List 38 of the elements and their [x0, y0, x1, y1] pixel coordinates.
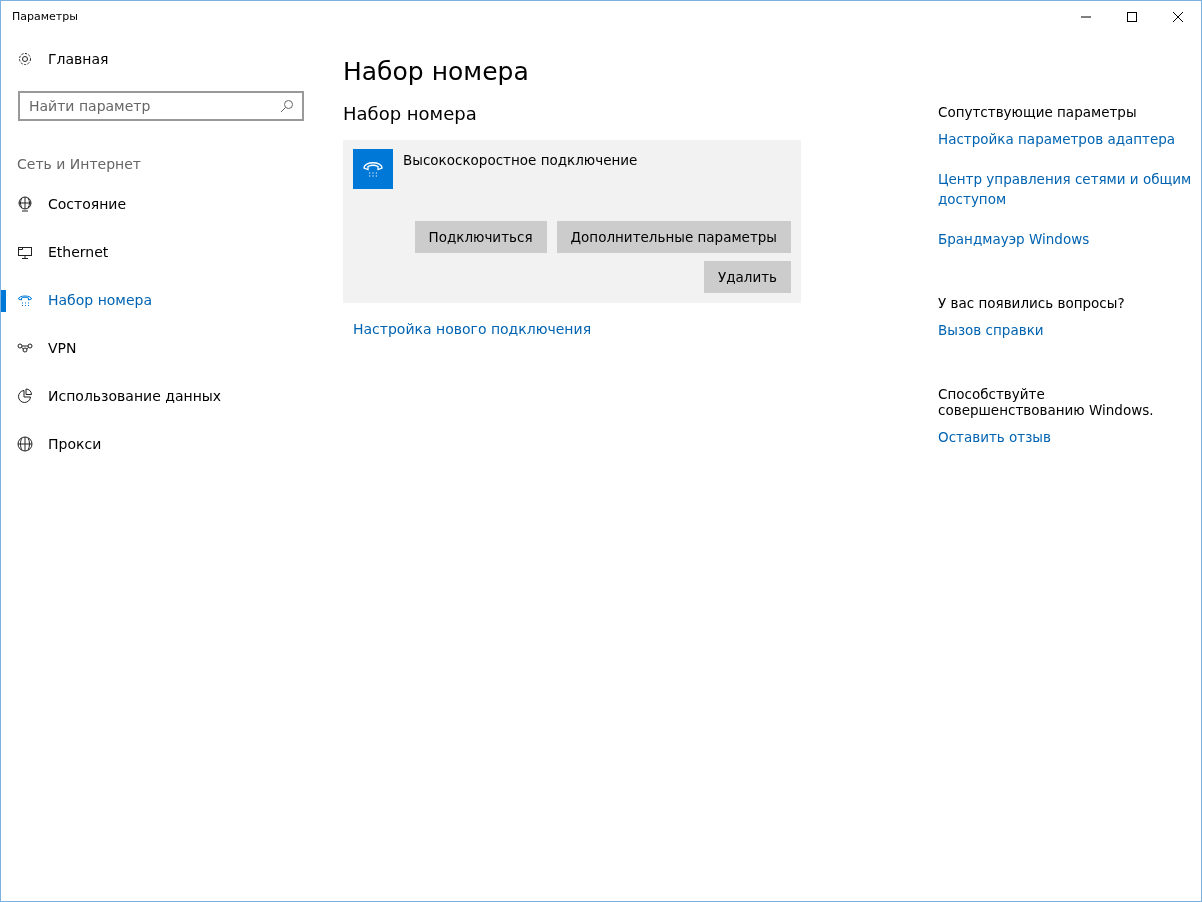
- phone-icon: [17, 292, 33, 308]
- sidebar-item[interactable]: Прокси: [1, 420, 323, 468]
- delete-button[interactable]: Удалить: [703, 261, 791, 293]
- search-field[interactable]: Найти параметр: [18, 91, 304, 121]
- window-title: Параметры: [11, 10, 78, 23]
- monitor-icon: [17, 244, 33, 260]
- related-link[interactable]: Оставить отзыв: [938, 427, 1051, 447]
- related-link[interactable]: Центр управления сетями и общим доступом: [938, 169, 1193, 209]
- selection-indicator: [1, 290, 6, 312]
- sidebar-item[interactable]: Использование данных: [1, 372, 323, 420]
- gear-icon: [17, 51, 33, 67]
- related-link[interactable]: Настройка параметров адаптера: [938, 129, 1176, 149]
- page-title: Набор номера: [343, 57, 530, 86]
- sidebar-item[interactable]: Набор номера: [1, 276, 323, 324]
- related-link[interactable]: Брандмауэр Windows: [938, 229, 1090, 249]
- maximize-icon: [1127, 11, 1137, 22]
- new-connection-link[interactable]: Настройка нового подключения: [343, 321, 592, 337]
- related-link[interactable]: Вызов справки: [938, 320, 1044, 340]
- phone-tile-icon: [353, 149, 393, 189]
- connection-name: Высокоскоростное подключение: [403, 152, 638, 168]
- search-icon: [280, 99, 294, 113]
- sidebar-item[interactable]: Ethernet: [1, 228, 323, 276]
- related-heading: Сопутствующие параметры: [938, 104, 1138, 120]
- related-heading: У вас появились вопросы?: [938, 295, 1126, 311]
- globe-monitor-icon: [17, 196, 33, 212]
- section-heading: Сеть и Интернет: [17, 156, 142, 172]
- pie-chart-icon: [17, 388, 33, 404]
- home-nav-item[interactable]: Главная: [1, 41, 323, 77]
- globe-icon: [17, 436, 33, 452]
- connection-button[interactable]: Подключиться: [414, 221, 547, 253]
- vpn-icon: [17, 340, 33, 356]
- connection-button[interactable]: Дополнительные параметры: [556, 221, 791, 253]
- sidebar-item[interactable]: Состояние: [1, 180, 323, 228]
- close-icon: [1173, 11, 1183, 22]
- section-title: Набор номера: [343, 103, 478, 124]
- connection-card[interactable]: Высокоскоростное подключение Подключиться Дополнительные параметры Удалить: [343, 140, 801, 303]
- related-heading: Способствуйте совершенствованию Windows.: [938, 386, 1155, 418]
- sidebar-item[interactable]: VPN: [1, 324, 323, 372]
